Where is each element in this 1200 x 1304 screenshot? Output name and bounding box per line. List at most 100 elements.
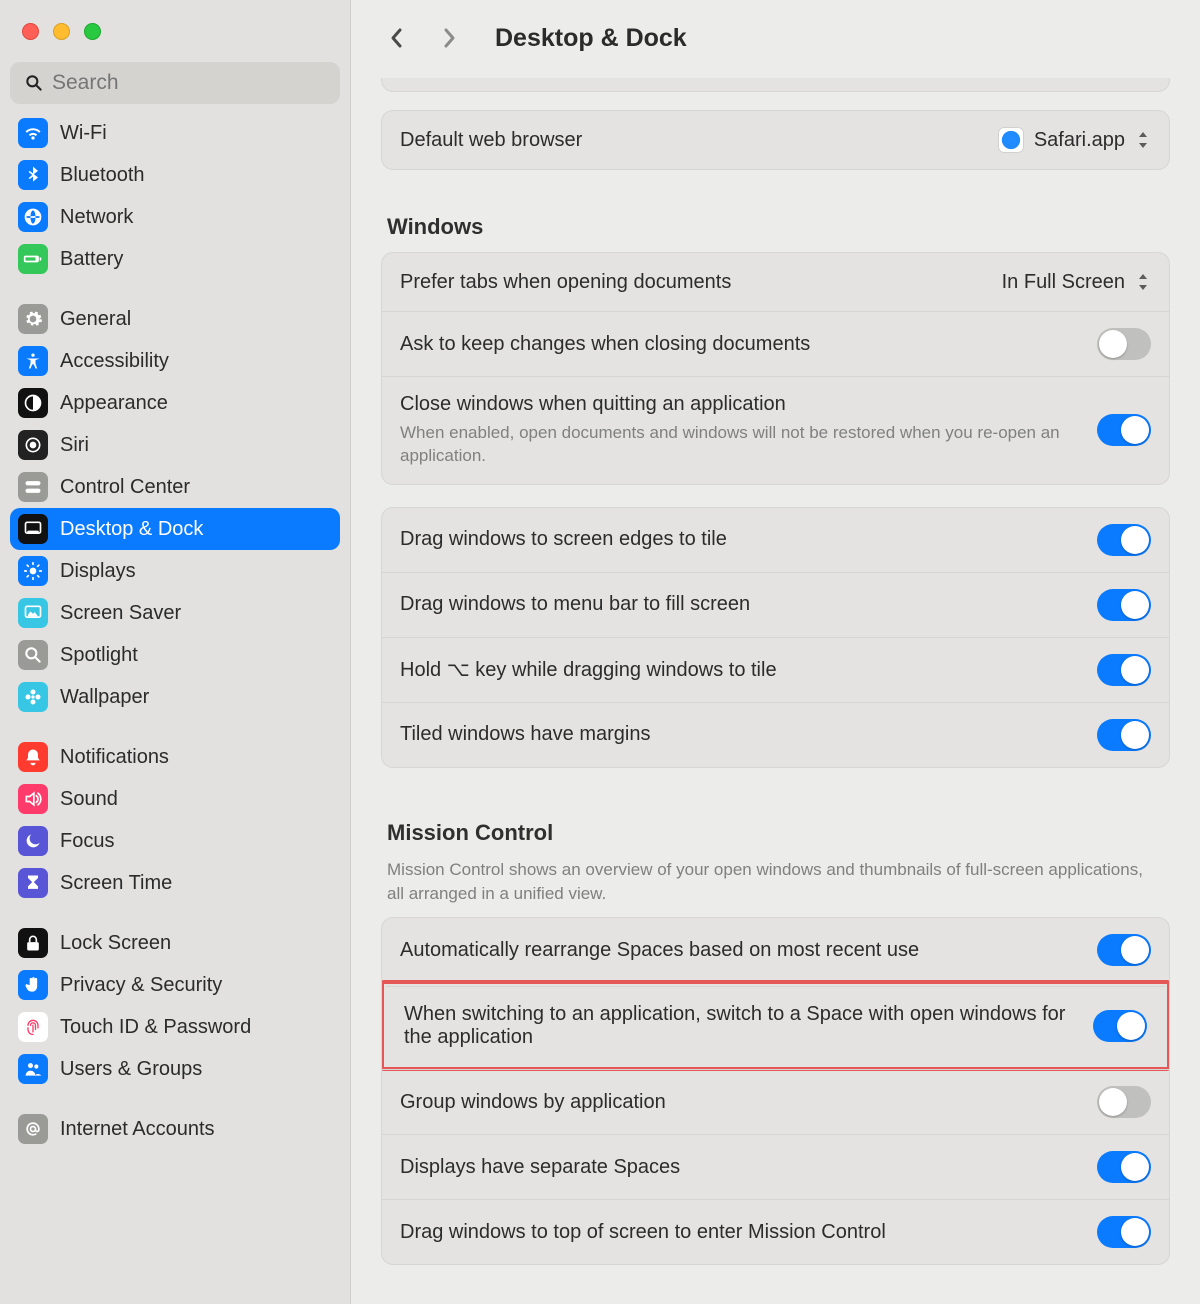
moon-icon bbox=[18, 826, 48, 856]
close-windows-sub: When enabled, open documents and windows… bbox=[400, 422, 1097, 468]
mc-auto-label: Automatically rearrange Spaces based on … bbox=[400, 939, 1097, 962]
siri-icon bbox=[18, 430, 48, 460]
sidebar-item-wi-fi[interactable]: Wi-Fi bbox=[10, 112, 340, 154]
search-field[interactable] bbox=[10, 62, 340, 104]
ask-keep-changes-toggle[interactable] bbox=[1097, 328, 1151, 360]
sidebar-item-notifications[interactable]: Notifications bbox=[10, 736, 340, 778]
default-browser-popup[interactable]: Safari.app bbox=[998, 127, 1151, 153]
sidebar-item-accessibility[interactable]: Accessibility bbox=[10, 340, 340, 382]
sidebar-item-label: Network bbox=[60, 206, 133, 229]
top-card-remnant bbox=[381, 78, 1170, 92]
sidebar-item-siri[interactable]: Siri bbox=[10, 424, 340, 466]
stepper-icon bbox=[1135, 130, 1151, 150]
screensaver-icon bbox=[18, 598, 48, 628]
battery-icon bbox=[18, 244, 48, 274]
sidebar-item-displays[interactable]: Displays bbox=[10, 550, 340, 592]
prefer-tabs-popup[interactable]: In Full Screen bbox=[1002, 271, 1151, 294]
mc-switch-toggle[interactable] bbox=[1093, 1010, 1147, 1042]
mc-group-label: Group windows by application bbox=[400, 1091, 1097, 1114]
mc-displays-toggle[interactable] bbox=[1097, 1151, 1151, 1183]
bell-icon bbox=[18, 742, 48, 772]
search-icon bbox=[24, 73, 44, 93]
mc-switch-label: When switching to an application, switch… bbox=[404, 1003, 1093, 1049]
sidebar-item-internet-accounts[interactable]: Internet Accounts bbox=[10, 1108, 340, 1150]
sidebar-item-label: Lock Screen bbox=[60, 932, 171, 955]
at-icon bbox=[18, 1114, 48, 1144]
close-window-button[interactable] bbox=[22, 23, 39, 40]
sidebar-item-general[interactable]: General bbox=[10, 298, 340, 340]
prefer-tabs-label: Prefer tabs when opening documents bbox=[400, 271, 1002, 294]
windows-card: Prefer tabs when opening documents In Fu… bbox=[381, 252, 1170, 485]
header: Desktop & Dock bbox=[351, 0, 1200, 76]
forward-button[interactable] bbox=[435, 20, 463, 56]
tile-option-toggle[interactable] bbox=[1097, 654, 1151, 686]
fullscreen-window-button[interactable] bbox=[84, 23, 101, 40]
tile-option-label: Hold ⌥ key while dragging windows to til… bbox=[400, 657, 1097, 682]
sidebar-item-label: Appearance bbox=[60, 392, 168, 415]
mc-dragtop-toggle[interactable] bbox=[1097, 1216, 1151, 1248]
sidebar-item-label: Wi-Fi bbox=[60, 122, 107, 145]
sidebar-item-control-center[interactable]: Control Center bbox=[10, 466, 340, 508]
sun-icon bbox=[18, 556, 48, 586]
sidebar-item-label: Siri bbox=[60, 434, 89, 457]
tile-edges-toggle[interactable] bbox=[1097, 524, 1151, 556]
sidebar-item-sound[interactable]: Sound bbox=[10, 778, 340, 820]
sidebar-item-appearance[interactable]: Appearance bbox=[10, 382, 340, 424]
flower-icon bbox=[18, 682, 48, 712]
default-browser-label: Default web browser bbox=[400, 129, 998, 152]
windows-heading: Windows bbox=[381, 192, 1170, 252]
sidebar-item-label: Sound bbox=[60, 788, 118, 811]
sidebar-item-touch-id-password[interactable]: Touch ID & Password bbox=[10, 1006, 340, 1048]
wifi-icon bbox=[18, 118, 48, 148]
sidebar-item-label: Screen Saver bbox=[60, 602, 181, 625]
tile-margins-label: Tiled windows have margins bbox=[400, 723, 1097, 746]
sidebar-item-label: Control Center bbox=[60, 476, 190, 499]
mission-control-heading: Mission Control bbox=[381, 790, 1170, 858]
close-windows-toggle[interactable] bbox=[1097, 414, 1151, 446]
bluetooth-icon bbox=[18, 160, 48, 190]
mission-control-sub: Mission Control shows an overview of you… bbox=[381, 858, 1170, 918]
mc-dragtop-label: Drag windows to top of screen to enter M… bbox=[400, 1221, 1097, 1244]
speaker-icon bbox=[18, 784, 48, 814]
page-title: Desktop & Dock bbox=[495, 24, 687, 53]
users-icon bbox=[18, 1054, 48, 1084]
sidebar-item-label: Privacy & Security bbox=[60, 974, 222, 997]
sidebar-item-label: Accessibility bbox=[60, 350, 169, 373]
default-browser-value: Safari.app bbox=[1034, 129, 1125, 152]
gear-icon bbox=[18, 304, 48, 334]
search-input[interactable] bbox=[52, 71, 326, 95]
sidebar-item-screen-time[interactable]: Screen Time bbox=[10, 862, 340, 904]
sidebar-item-users-groups[interactable]: Users & Groups bbox=[10, 1048, 340, 1090]
stepper-icon bbox=[1135, 272, 1151, 292]
sidebar-item-desktop-dock[interactable]: Desktop & Dock bbox=[10, 508, 340, 550]
sidebar-item-label: Internet Accounts bbox=[60, 1118, 215, 1141]
settings-scroll[interactable]: Default web browser Safari.app Windows P… bbox=[351, 76, 1200, 1304]
prefer-tabs-value: In Full Screen bbox=[1002, 271, 1125, 294]
appearance-icon bbox=[18, 388, 48, 418]
ask-keep-changes-label: Ask to keep changes when closing documen… bbox=[400, 333, 1097, 356]
content-pane: Desktop & Dock Default web browser Safar… bbox=[351, 0, 1200, 1304]
sidebar-item-network[interactable]: Network bbox=[10, 196, 340, 238]
tile-margins-toggle[interactable] bbox=[1097, 719, 1151, 751]
tile-menubar-toggle[interactable] bbox=[1097, 589, 1151, 621]
sidebar-item-focus[interactable]: Focus bbox=[10, 820, 340, 862]
mc-displays-label: Displays have separate Spaces bbox=[400, 1156, 1097, 1179]
tiling-card: Drag windows to screen edges to tile Dra… bbox=[381, 507, 1170, 768]
back-button[interactable] bbox=[383, 20, 411, 56]
sidebar-item-label: Wallpaper bbox=[60, 686, 149, 709]
minimize-window-button[interactable] bbox=[53, 23, 70, 40]
sidebar-item-battery[interactable]: Battery bbox=[10, 238, 340, 280]
hourglass-icon bbox=[18, 868, 48, 898]
sidebar-item-lock-screen[interactable]: Lock Screen bbox=[10, 922, 340, 964]
mc-auto-toggle[interactable] bbox=[1097, 934, 1151, 966]
fingerprint-icon bbox=[18, 1012, 48, 1042]
sidebar-item-wallpaper[interactable]: Wallpaper bbox=[10, 676, 340, 718]
sidebar-item-label: Touch ID & Password bbox=[60, 1016, 251, 1039]
sidebar-item-bluetooth[interactable]: Bluetooth bbox=[10, 154, 340, 196]
sidebar-item-privacy-security[interactable]: Privacy & Security bbox=[10, 964, 340, 1006]
mc-group-toggle[interactable] bbox=[1097, 1086, 1151, 1118]
close-windows-label: Close windows when quitting an applicati… bbox=[400, 393, 1097, 416]
window-controls bbox=[0, 0, 350, 62]
sidebar-item-spotlight[interactable]: Spotlight bbox=[10, 634, 340, 676]
sidebar-item-screen-saver[interactable]: Screen Saver bbox=[10, 592, 340, 634]
